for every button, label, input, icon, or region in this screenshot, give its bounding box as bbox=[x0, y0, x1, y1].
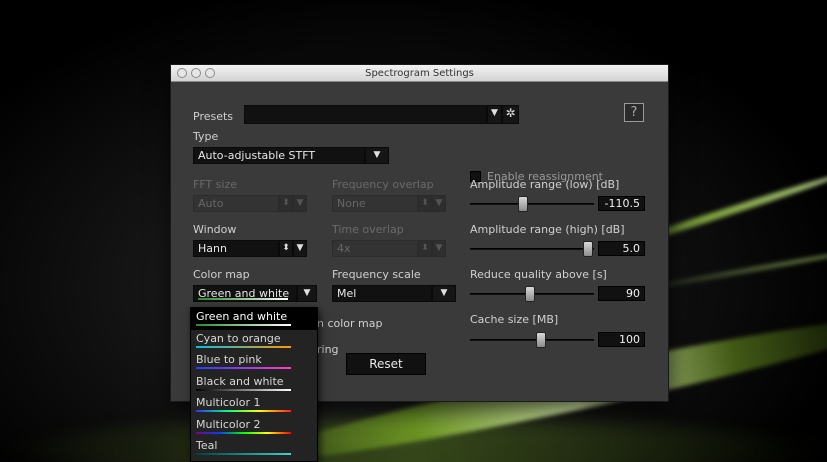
colormap-option-label: Teal bbox=[196, 439, 218, 452]
frequency-overlap-dropdown-button[interactable]: ▼ bbox=[432, 195, 446, 212]
zoom-window-button[interactable] bbox=[205, 68, 215, 78]
stepper-icon: ⬍ bbox=[421, 243, 429, 253]
slider-thumb[interactable] bbox=[518, 196, 528, 212]
amplitude-low-label: Amplitude range (low) [dB] bbox=[470, 178, 620, 191]
colormap-preview-bar bbox=[196, 367, 291, 369]
title-bar[interactable]: Spectrogram Settings bbox=[171, 65, 668, 82]
cache-size-label: Cache size [MB] bbox=[470, 313, 559, 326]
chevron-down-icon: ▼ bbox=[435, 198, 443, 208]
slider-thumb[interactable] bbox=[525, 286, 535, 302]
type-select[interactable]: Auto-adjustable STFT bbox=[193, 147, 365, 164]
cache-size-slider[interactable] bbox=[470, 332, 594, 348]
reduce-quality-slider[interactable] bbox=[470, 286, 594, 302]
colormap-option-label: Blue to pink bbox=[196, 353, 262, 366]
presets-dropdown-button[interactable]: ▼ bbox=[487, 105, 502, 124]
window-controls bbox=[177, 68, 215, 78]
close-window-button[interactable] bbox=[177, 68, 187, 78]
presets-select[interactable] bbox=[244, 105, 487, 124]
amplitude-high-label: Amplitude range (high) [dB] bbox=[470, 223, 625, 236]
stepper-icon: ⬍ bbox=[421, 198, 429, 208]
colormap-preview-bar bbox=[196, 410, 291, 412]
color-map-select[interactable]: Green and white bbox=[193, 285, 297, 302]
minimize-window-button[interactable] bbox=[191, 68, 201, 78]
colormap-option-label: Black and white bbox=[196, 374, 284, 388]
frequency-overlap-label: Frequency overlap bbox=[332, 178, 434, 191]
colormap-option[interactable]: Blue to pink bbox=[191, 351, 317, 373]
chevron-down-icon: ▼ bbox=[373, 150, 381, 160]
frequency-scale-dropdown-button[interactable]: ▼ bbox=[432, 285, 456, 302]
colormap-option[interactable]: Black and white bbox=[191, 373, 317, 395]
time-overlap-select[interactable]: 4x bbox=[332, 240, 418, 257]
colormap-option-label: Green and white bbox=[196, 310, 288, 323]
colormap-preview-bar bbox=[196, 431, 291, 434]
amplitude-high-slider[interactable] bbox=[470, 241, 594, 257]
reset-button[interactable]: Reset bbox=[346, 353, 426, 375]
color-map-label: Color map bbox=[193, 268, 250, 281]
amplitude-low-slider[interactable] bbox=[470, 196, 594, 212]
colormap-option[interactable]: Multicolor 1 bbox=[191, 394, 317, 416]
colormap-option-label: Cyan to orange bbox=[196, 331, 281, 345]
presets-label: Presets bbox=[193, 110, 234, 123]
reduce-quality-value[interactable]: 90 bbox=[598, 286, 645, 301]
chevron-down-icon: ▼ bbox=[435, 243, 443, 253]
frequency-overlap-stepper[interactable]: ⬍ bbox=[418, 195, 432, 212]
time-overlap-label: Time overlap bbox=[332, 223, 404, 236]
chevron-down-icon: ▼ bbox=[296, 198, 304, 208]
cache-size-value[interactable]: 100 bbox=[598, 332, 645, 347]
type-dropdown-button[interactable]: ▼ bbox=[365, 147, 389, 164]
chevron-down-icon: ▼ bbox=[303, 288, 311, 298]
presets-gear-button[interactable]: ✲ bbox=[502, 105, 519, 124]
fft-size-dropdown-button[interactable]: ▼ bbox=[293, 195, 307, 212]
window-label: Window bbox=[193, 223, 237, 236]
window-dropdown-button[interactable]: ▼ bbox=[293, 240, 307, 257]
type-label: Type bbox=[193, 130, 219, 143]
colormap-option[interactable]: Cyan to orange bbox=[191, 330, 317, 352]
time-overlap-stepper[interactable]: ⬍ bbox=[418, 240, 432, 257]
frequency-overlap-select[interactable]: None bbox=[332, 195, 418, 212]
color-map-dropdown-list: Green and white Cyan to orange Blue to pin… bbox=[190, 307, 318, 462]
chevron-down-icon: ▼ bbox=[491, 108, 498, 118]
window-select[interactable]: Hann bbox=[193, 240, 279, 257]
amplitude-high-value[interactable]: 5.0 bbox=[598, 241, 645, 256]
reduce-quality-label: Reduce quality above [s] bbox=[470, 268, 607, 281]
amplitude-low-value[interactable]: -110.5 bbox=[598, 196, 645, 211]
smoothing-label-partial: ring bbox=[317, 343, 339, 356]
colormap-preview-bar bbox=[196, 453, 291, 455]
help-button[interactable]: ? bbox=[624, 103, 644, 122]
slider-thumb[interactable] bbox=[583, 241, 593, 257]
fft-size-select[interactable]: Auto bbox=[193, 195, 279, 212]
stepper-icon: ⬍ bbox=[282, 243, 290, 253]
slider-thumb[interactable] bbox=[536, 332, 546, 348]
time-overlap-dropdown-button[interactable]: ▼ bbox=[432, 240, 446, 257]
window-title: Spectrogram Settings bbox=[365, 68, 474, 79]
colormap-option[interactable]: Green and white bbox=[191, 308, 317, 330]
fft-size-stepper[interactable]: ⬍ bbox=[279, 195, 293, 212]
window-stepper[interactable]: ⬍ bbox=[279, 240, 293, 257]
chevron-down-icon: ▼ bbox=[296, 243, 304, 253]
color-map-preview bbox=[198, 298, 288, 300]
colormap-option-label: Multicolor 1 bbox=[196, 396, 261, 409]
colormap-option[interactable]: Teal bbox=[191, 437, 317, 459]
colormap-preview-bar bbox=[196, 388, 291, 391]
frequency-scale-select[interactable]: Mel bbox=[332, 285, 432, 302]
color-map-dropdown-button[interactable]: ▼ bbox=[297, 285, 317, 302]
stepper-icon: ⬍ bbox=[282, 198, 290, 208]
colormap-option[interactable]: Multicolor 2 bbox=[191, 416, 317, 438]
use-color-map-label-partial: n color map bbox=[317, 317, 383, 330]
colormap-option-label: Multicolor 2 bbox=[196, 417, 261, 431]
gear-icon: ✲ bbox=[505, 106, 516, 120]
fft-size-label: FFT size bbox=[193, 178, 238, 191]
chevron-down-icon: ▼ bbox=[440, 288, 448, 298]
colormap-preview-bar bbox=[196, 324, 291, 326]
colormap-preview-bar bbox=[196, 345, 291, 348]
frequency-scale-label: Frequency scale bbox=[332, 268, 421, 281]
